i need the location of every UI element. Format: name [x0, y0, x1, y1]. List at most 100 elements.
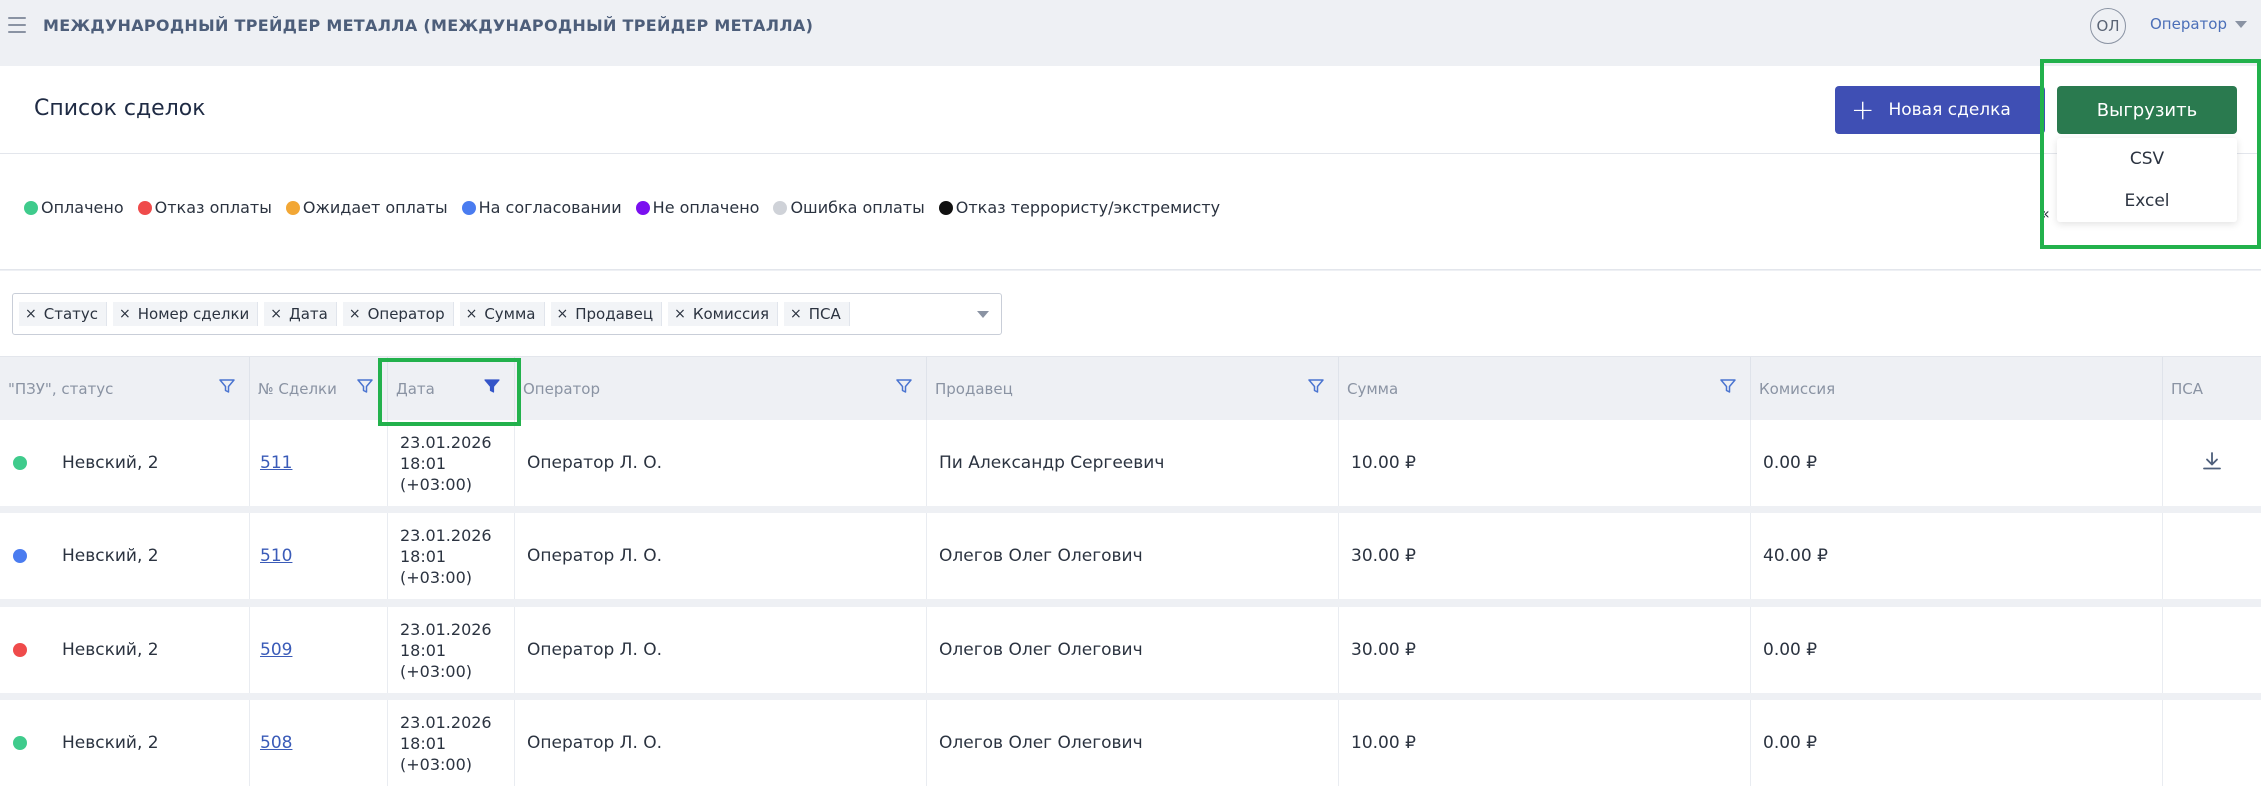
remove-tag-icon[interactable]: × — [113, 306, 138, 322]
table-row[interactable]: Невский, 2 509 23.01.2026 18:01 (+03:00) О… — [0, 607, 2261, 693]
status-dot-icon — [938, 200, 953, 215]
export-option-csv[interactable]: CSV — [2057, 138, 2237, 180]
legend-item: Отказ террористу/экстремисту — [938, 198, 1220, 217]
deal-number-link[interactable]: 509 — [250, 640, 292, 660]
commission-cell: 40.00 ₽ — [1763, 546, 1828, 566]
status-dot-icon — [773, 200, 788, 215]
deal-number-link[interactable]: 511 — [250, 453, 292, 473]
date-cell: 23.01.2026 18:01 (+03:00) — [400, 432, 492, 494]
column-header-operator: Оператор — [515, 357, 927, 421]
column-header-pzu: "ПЗУ", статус — [0, 357, 250, 421]
tag-number: × Номер сделки — [113, 302, 259, 326]
column-header-psa: ПСА — [2171, 380, 2204, 398]
column-header-sum: Сумма — [1339, 357, 1751, 421]
status-legend-panel: Оплачено Отказ оплаты Ожидает оплаты На … — [0, 154, 2261, 270]
column-filter-panel: × Статус × Номер сделки × Дата × Оператор × С… — [0, 271, 2261, 356]
new-deal-label: Новая сделка — [1888, 100, 2011, 120]
top-bar: МЕЖДУНАРОДНЫЙ ТРЕЙДЕР МЕТАЛЛА (МЕЖДУНАРО… — [0, 0, 2261, 66]
status-dot-icon — [635, 200, 650, 215]
columns-multiselect[interactable]: × Статус × Номер сделки × Дата × Оператор × С… — [12, 293, 1002, 335]
deal-number-link[interactable]: 510 — [250, 546, 292, 566]
seller-cell: Олегов Олег Олегович — [939, 546, 1143, 566]
export-menu: CSV Excel — [2057, 138, 2237, 222]
export-dropdown: Выгрузить CSV Excel — [2041, 60, 2261, 248]
tag-sum: × Сумма — [459, 302, 545, 326]
filter-icon[interactable] — [896, 378, 912, 398]
tag-operator: × Оператор — [342, 302, 454, 326]
tag-status: × Статус — [19, 302, 107, 326]
download-icon[interactable] — [2201, 450, 2223, 477]
table-row[interactable]: Невский, 2 511 23.01.2026 18:01 (+03:00) О… — [0, 420, 2261, 506]
status-dot-icon — [24, 200, 38, 215]
legend-item: Ошибка оплаты — [773, 198, 925, 217]
organization-title: МЕЖДУНАРОДНЫЙ ТРЕЙДЕР МЕТАЛЛА (МЕЖДУНАРО… — [43, 16, 814, 35]
remove-tag-icon[interactable]: × — [264, 306, 289, 322]
status-dot-icon — [13, 643, 27, 657]
psa-cell — [2163, 700, 2261, 786]
menu-icon[interactable] — [8, 17, 26, 33]
table-header: "ПЗУ", статус № Сделки Дата Оператор Про… — [0, 356, 2261, 421]
user-role-dropdown[interactable]: Оператор — [2150, 15, 2247, 33]
user-role-label: Оператор — [2150, 15, 2227, 33]
remove-tag-icon[interactable]: × — [460, 306, 485, 322]
tag-psa: × ПСА — [783, 302, 850, 326]
remove-tag-icon[interactable]: × — [551, 306, 576, 322]
tag-commission: × Комиссия — [668, 302, 778, 326]
date-cell: 23.01.2026 18:01 (+03:00) — [400, 712, 492, 774]
status-dot-icon — [13, 549, 27, 563]
plus-icon: + — [1851, 93, 1875, 126]
remove-tag-icon[interactable]: × — [19, 306, 44, 322]
avatar[interactable]: ОЛ — [2090, 8, 2126, 44]
table-row[interactable]: Невский, 2 508 23.01.2026 18:01 (+03:00) О… — [0, 700, 2261, 787]
column-header-date: Дата — [388, 357, 515, 421]
operator-cell: Оператор Л. О. — [527, 640, 663, 660]
page-title: Список сделок — [34, 96, 206, 121]
operator-cell: Оператор Л. О. — [527, 733, 663, 753]
status-dot-icon — [137, 200, 152, 215]
tag-date: × Дата — [264, 302, 337, 326]
remove-tag-icon[interactable]: × — [668, 306, 693, 322]
column-header-number: № Сделки — [250, 357, 388, 421]
commission-cell: 0.00 ₽ — [1763, 733, 1818, 753]
export-option-excel[interactable]: Excel — [2057, 180, 2237, 222]
status-legend: Оплачено Отказ оплаты Ожидает оплаты На … — [24, 198, 1220, 217]
sum-cell: 10.00 ₽ — [1351, 733, 1416, 753]
psa-cell — [2163, 513, 2261, 599]
column-header-seller: Продавец — [927, 357, 1339, 421]
commission-cell: 0.00 ₽ — [1763, 640, 1818, 660]
operator-cell: Оператор Л. О. — [527, 546, 663, 566]
tag-seller: × Продавец — [550, 302, 663, 326]
filter-active-icon[interactable] — [484, 378, 500, 398]
status-dot-icon — [13, 736, 27, 750]
chevron-down-icon[interactable] — [977, 311, 989, 318]
date-cell: 23.01.2026 18:01 (+03:00) — [400, 525, 492, 587]
sum-cell: 30.00 ₽ — [1351, 546, 1416, 566]
psa-cell — [2163, 607, 2261, 693]
legend-item: Отказ оплаты — [137, 198, 272, 217]
table-row[interactable]: Невский, 2 510 23.01.2026 18:01 (+03:00) О… — [0, 513, 2261, 599]
commission-cell: 0.00 ₽ — [1763, 453, 1818, 473]
filter-icon[interactable] — [1308, 378, 1324, 398]
seller-cell: Олегов Олег Олегович — [939, 640, 1143, 660]
filter-icon[interactable] — [219, 378, 235, 398]
legend-item: Оплачено — [24, 198, 124, 217]
sum-cell: 10.00 ₽ — [1351, 453, 1416, 473]
remove-tag-icon[interactable]: × — [343, 306, 368, 322]
filter-icon[interactable] — [1720, 378, 1736, 398]
seller-cell: Олегов Олег Олегович — [939, 733, 1143, 753]
status-dot-icon — [461, 200, 476, 215]
export-button[interactable]: Выгрузить — [2057, 86, 2237, 134]
status-dot-icon — [285, 200, 300, 215]
filter-icon[interactable] — [357, 378, 373, 398]
deal-number-link[interactable]: 508 — [250, 733, 292, 753]
new-deal-button[interactable]: + Новая сделка — [1835, 86, 2045, 134]
column-header-commission: Комиссия — [1751, 357, 2163, 421]
legend-item: На согласовании — [461, 198, 622, 217]
page-header: Список сделок + Новая сделка — [0, 66, 2261, 154]
date-cell: 23.01.2026 18:01 (+03:00) — [400, 619, 492, 681]
remove-tag-icon[interactable]: × — [784, 306, 809, 322]
operator-cell: Оператор Л. О. — [527, 453, 663, 473]
legend-item: Не оплачено — [635, 198, 759, 217]
status-dot-icon — [13, 456, 27, 470]
legend-item: Ожидает оплаты — [285, 198, 448, 217]
